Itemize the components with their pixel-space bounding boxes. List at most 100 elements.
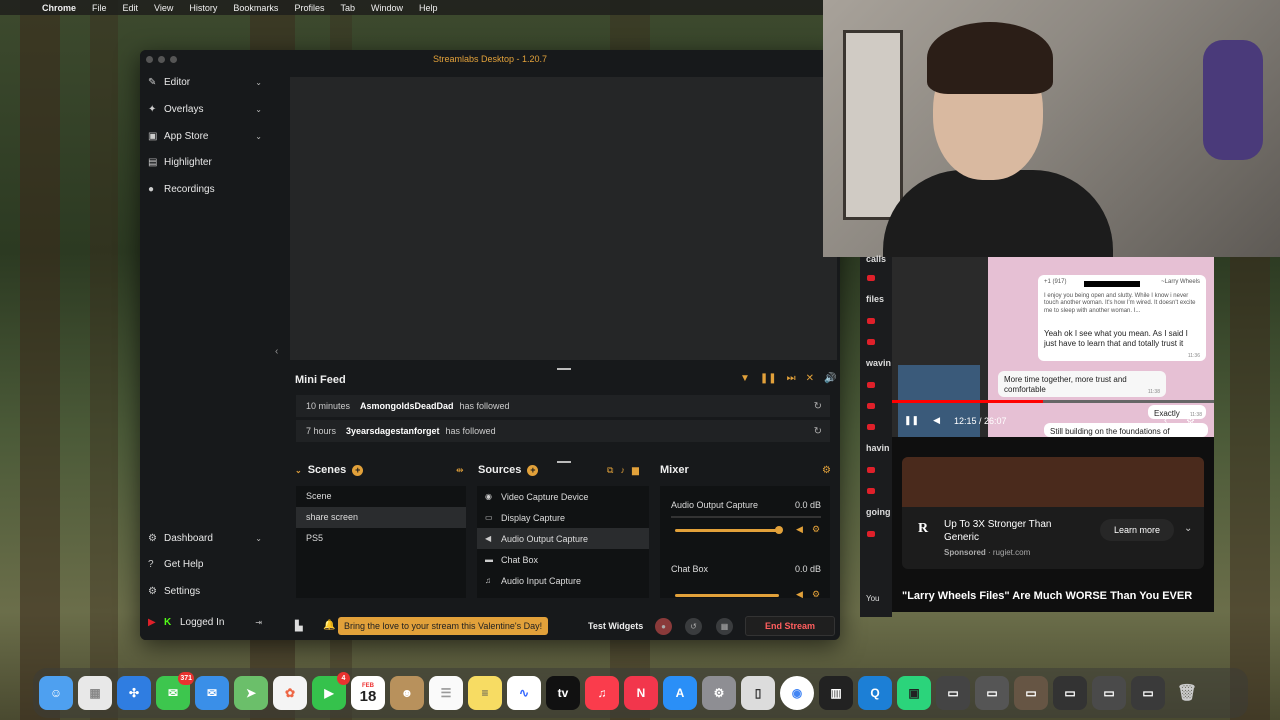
menu-file[interactable]: File <box>84 3 115 13</box>
messages-icon[interactable]: ✉ 371 <box>156 672 194 710</box>
menu-window[interactable]: Window <box>363 3 411 13</box>
scene-item[interactable]: PS5 <box>296 528 466 549</box>
app-store-dock-icon[interactable]: A <box>663 676 697 710</box>
zoom-window-button[interactable] <box>170 56 177 63</box>
sidebar-item-logged-in[interactable]: ▶ K Logged In ⇥ <box>148 612 266 632</box>
volume-icon[interactable]: 🔊 <box>824 373 836 384</box>
sidebar-item-get-help[interactable]: ? Get Help <box>148 554 266 574</box>
gear-icon[interactable]: ⚙ <box>812 524 820 535</box>
minimize-window-button[interactable] <box>158 56 165 63</box>
add-scene-button[interactable]: + <box>352 464 364 476</box>
mute-alerts-icon[interactable]: ✕ <box>806 373 814 384</box>
scene-item[interactable]: Scene <box>296 486 466 507</box>
calendar-icon[interactable]: FEB 18 <box>351 676 385 710</box>
launchpad-icon[interactable]: ▦ <box>78 676 112 710</box>
volume-icon[interactable]: ◀ <box>796 524 803 535</box>
sidebar-item-recordings[interactable]: ● Recordings <box>148 179 266 199</box>
iphone-mirroring-icon[interactable]: ▯ <box>741 676 775 710</box>
settings-icon[interactable]: ⚙ <box>1186 415 1195 426</box>
logout-icon[interactable]: ⇥ <box>255 618 262 627</box>
menu-app-name[interactable]: Chrome <box>34 3 84 13</box>
stream-preview[interactable] <box>290 77 837 360</box>
repeat-alert-icon[interactable]: ↻ <box>814 426 822 437</box>
menu-profiles[interactable]: Profiles <box>286 3 332 13</box>
sidebar-item-highlighter[interactable]: ▤ Highlighter <box>148 152 266 172</box>
chevron-down-icon[interactable]: ⌄ <box>255 132 262 141</box>
source-filters-icon[interactable]: ⧉ <box>607 465 613 476</box>
previous-chevron-icon[interactable]: ‹ <box>1164 415 1167 426</box>
streamlabs-icon[interactable]: ▣ <box>897 676 931 710</box>
news-icon[interactable]: N <box>624 676 658 710</box>
notes-icon[interactable]: ≡ <box>468 676 502 710</box>
menu-tab[interactable]: Tab <box>332 3 363 13</box>
resize-handle[interactable] <box>557 368 571 370</box>
ad-title[interactable]: Up To 3X Stronger Than Generic <box>944 518 1074 544</box>
video-title[interactable]: "Larry Wheels Files" Are Much WORSE Than… <box>902 590 1212 602</box>
notifications-icon[interactable]: 🔔 <box>323 620 335 631</box>
source-item[interactable]: ◀ Audio Output Capture <box>477 528 649 549</box>
system-settings-icon[interactable]: ⚙ <box>702 676 736 710</box>
sidebar-item-settings[interactable]: ⚙ Settings <box>148 581 266 601</box>
sidebar-item-app-store[interactable]: ▣ App Store ⌄ <box>148 126 266 146</box>
skip-icon[interactable]: ⏭ <box>787 373 796 384</box>
contacts-icon[interactable]: ☻ <box>390 676 424 710</box>
menu-view[interactable]: View <box>146 3 181 13</box>
chevron-down-icon[interactable]: ⌄ <box>1184 523 1192 534</box>
chrome-icon[interactable]: ◉ <box>780 676 814 710</box>
window-titlebar[interactable]: Streamlabs Desktop - 1.20.7 <box>140 50 840 68</box>
recent-window-icon[interactable]: ▭ <box>1092 676 1126 710</box>
test-widgets-label[interactable]: Test Widgets <box>588 621 643 631</box>
add-folder-icon[interactable]: ▆ <box>632 465 639 476</box>
recent-window-icon[interactable]: ▭ <box>1014 676 1048 710</box>
schedule-button[interactable]: ▦ <box>716 618 733 635</box>
record-button[interactable]: ● <box>655 618 672 635</box>
pause-icon[interactable]: ❚❚ <box>760 373 777 384</box>
music-icon[interactable]: ♫ <box>585 676 619 710</box>
end-stream-button[interactable]: End Stream <box>745 616 835 636</box>
volume-slider[interactable] <box>675 594 779 597</box>
mixer-settings-icon[interactable]: ⚙ <box>822 465 831 476</box>
recent-window-icon[interactable]: ▭ <box>936 676 970 710</box>
replay-buffer-button[interactable]: ↺ <box>685 618 702 635</box>
chevron-down-icon[interactable]: ⌄ <box>255 78 262 87</box>
quicktime-icon[interactable]: Q <box>858 676 892 710</box>
recent-window-icon[interactable]: ▭ <box>1053 676 1087 710</box>
filter-icon[interactable]: ▼ <box>740 373 750 384</box>
menu-help[interactable]: Help <box>411 3 446 13</box>
chevron-down-icon[interactable]: ⌄ <box>255 534 262 543</box>
menu-bookmarks[interactable]: Bookmarks <box>225 3 286 13</box>
volume-icon[interactable]: ◀ <box>933 415 940 426</box>
repeat-alert-icon[interactable]: ↻ <box>814 401 822 412</box>
volume-icon[interactable]: ◀ <box>796 589 803 600</box>
pause-icon[interactable]: ❚❚ <box>904 415 919 426</box>
reminders-icon[interactable]: ☰ <box>429 676 463 710</box>
promo-banner[interactable]: Bring the love to your stream this Valen… <box>338 617 549 635</box>
source-item[interactable]: ▬ Chat Box <box>477 549 649 570</box>
stats-icon[interactable]: ▙ <box>295 621 303 632</box>
collapse-icon[interactable]: ⌄ <box>295 466 302 475</box>
add-source-button[interactable]: + <box>527 464 539 476</box>
source-item[interactable]: ♫ Audio Input Capture <box>477 570 649 591</box>
source-item[interactable]: ◉ Video Capture Device <box>477 486 649 507</box>
sidebar-item-overlays[interactable]: ✦ Overlays ⌄ <box>148 99 266 119</box>
source-item[interactable]: ▭ Display Capture <box>477 507 649 528</box>
sidebar-item-dashboard[interactable]: ⚙ Dashboard ⌄ <box>148 528 266 548</box>
scene-transitions-icon[interactable]: ⇹ <box>456 465 464 476</box>
collapse-sidebar-icon[interactable]: ‹ <box>275 346 278 357</box>
source-audio-icon[interactable]: ♪ <box>620 465 625 476</box>
learn-more-button[interactable]: Learn more <box>1100 519 1174 541</box>
resize-handle[interactable] <box>557 461 571 463</box>
safari-icon[interactable]: ✣ <box>117 676 151 710</box>
video-progress-bar[interactable] <box>892 400 1214 403</box>
apple-tv-icon[interactable]: tv <box>546 676 580 710</box>
gear-icon[interactable]: ⚙ <box>812 589 820 600</box>
maps-icon[interactable]: ➤ <box>234 676 268 710</box>
photos-icon[interactable]: ✿ <box>273 676 307 710</box>
finder-icon[interactable]: ☺ <box>39 676 73 710</box>
volume-slider[interactable] <box>675 529 779 532</box>
menu-history[interactable]: History <box>181 3 225 13</box>
recent-window-icon[interactable]: ▭ <box>975 676 1009 710</box>
chevron-down-icon[interactable]: ⌄ <box>255 105 262 114</box>
sidebar-item-editor[interactable]: ✎ Editor ⌄ <box>148 72 266 92</box>
menu-edit[interactable]: Edit <box>115 3 147 13</box>
